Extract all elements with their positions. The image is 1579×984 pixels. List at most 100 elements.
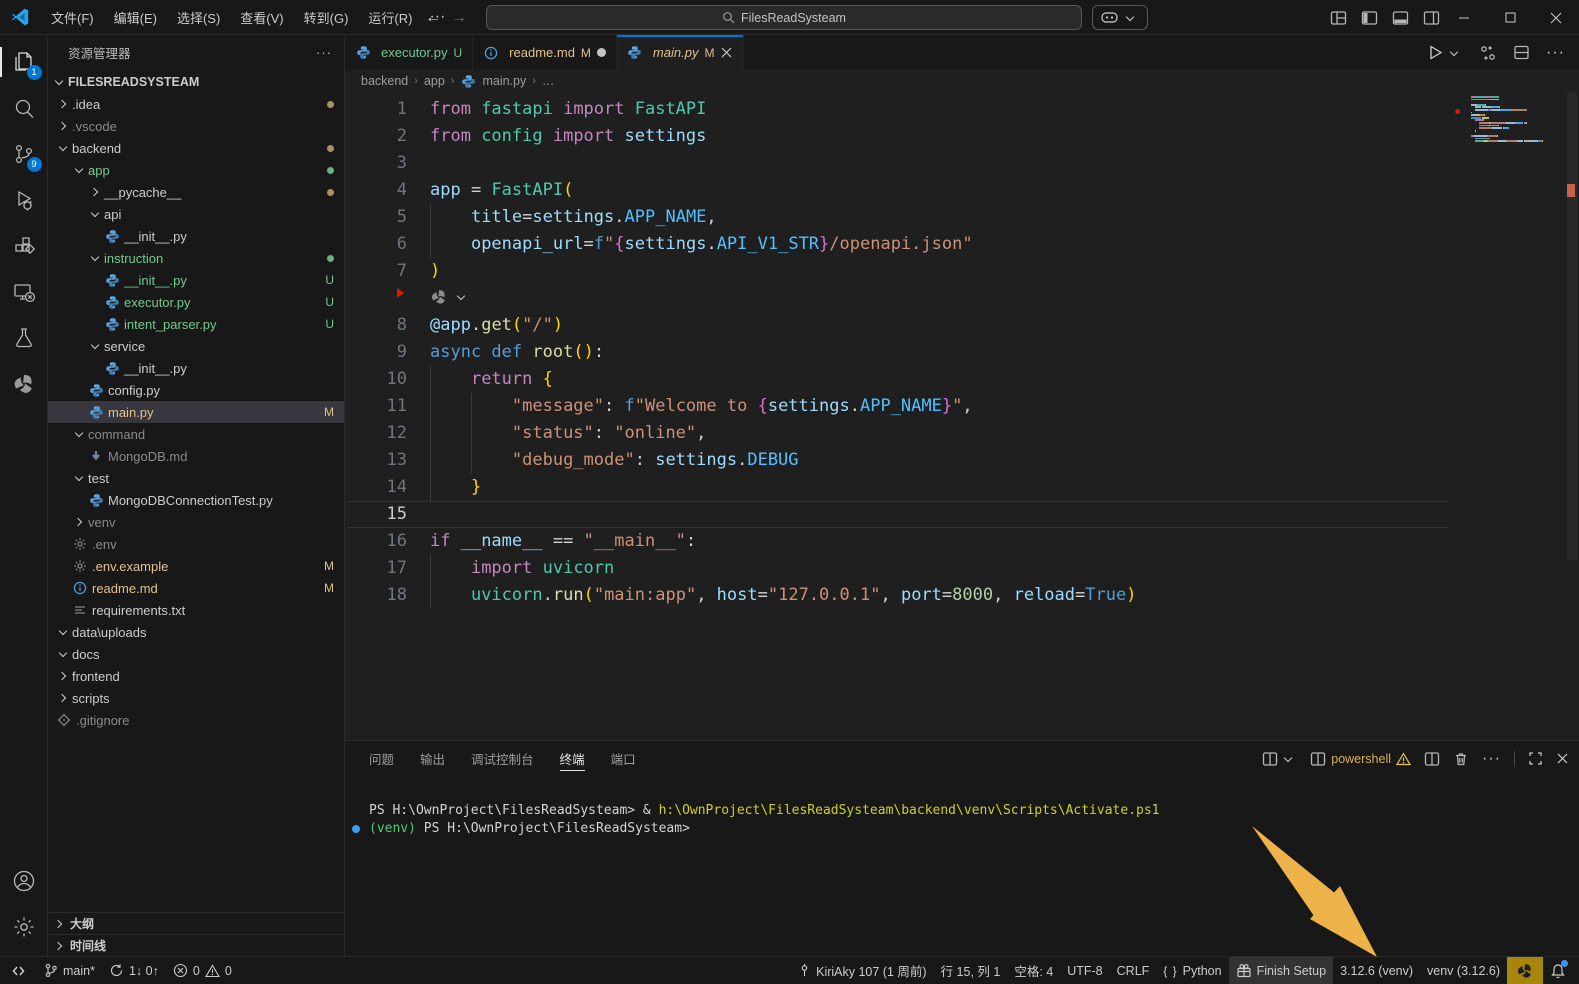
toggle-secondary-sidebar-icon[interactable]	[1423, 10, 1440, 26]
tree-item[interactable]: __init__.pyU	[48, 269, 344, 291]
panel-tab[interactable]: 问题	[369, 741, 394, 776]
workspace-root-folder[interactable]: FILESREADSYSTEAM	[48, 70, 344, 93]
statusbar-eol[interactable]: CRLF	[1110, 957, 1157, 984]
statusbar-problems[interactable]: 00	[166, 957, 239, 984]
menu-item[interactable]: 文件(F)	[42, 4, 103, 31]
tree-item[interactable]: main.pyM	[48, 401, 344, 423]
layout-customize-icon[interactable]	[1330, 10, 1347, 26]
tree-item[interactable]: data\uploads	[48, 621, 344, 643]
activity-testing[interactable]	[0, 315, 48, 361]
tree-item[interactable]: backend	[48, 137, 344, 159]
activity-search[interactable]	[0, 85, 48, 131]
tree-item[interactable]: venv	[48, 511, 344, 533]
tree-item[interactable]: test	[48, 467, 344, 489]
tree-item[interactable]: __init__.py	[48, 225, 344, 247]
inline-ai-widget[interactable]	[430, 288, 470, 306]
command-decoration[interactable]	[352, 825, 360, 833]
activity-source-control[interactable]: 9	[0, 131, 48, 177]
close-panel-icon[interactable]	[1556, 752, 1569, 765]
panel-more-icon[interactable]: ···	[1482, 750, 1501, 768]
maximize-button[interactable]	[1487, 0, 1533, 35]
breadcrumb-item[interactable]: app	[424, 74, 445, 88]
tree-item[interactable]: .vscode	[48, 115, 344, 137]
nav-back-button[interactable]: ←	[425, 9, 441, 27]
tree-item[interactable]: .env.exampleM	[48, 555, 344, 577]
activity-settings[interactable]	[0, 904, 48, 950]
panel-tab[interactable]: 端口	[611, 741, 636, 776]
statusbar-notifications[interactable]	[1543, 957, 1573, 984]
run-python-button[interactable]	[1427, 44, 1463, 61]
menu-item[interactable]: 查看(V)	[231, 4, 292, 31]
editor-tab[interactable]: main.py M	[617, 35, 745, 70]
tree-item[interactable]: command	[48, 423, 344, 445]
menu-item[interactable]: 选择(S)	[168, 4, 229, 31]
statusbar-git-branch[interactable]: main*	[37, 957, 102, 984]
tree-item[interactable]: requirements.txt	[48, 599, 344, 621]
statusbar-cursor-position[interactable]: 行 15, 列 1	[934, 957, 1008, 984]
statusbar-python-env[interactable]: venv (3.12.6)	[1420, 957, 1507, 984]
statusbar-python-interpreter[interactable]: 3.12.6 (venv)	[1333, 957, 1420, 984]
explorer-more-icon[interactable]: ···	[316, 45, 332, 60]
editor-scrollbar[interactable]	[1565, 92, 1579, 740]
statusbar-git-sync[interactable]: 1↓ 0↑	[102, 957, 166, 984]
maximize-panel-icon[interactable]	[1528, 751, 1543, 766]
tree-item[interactable]: frontend	[48, 665, 344, 687]
breadcrumb-item[interactable]: backend	[361, 74, 408, 88]
tree-item[interactable]: .idea	[48, 93, 344, 115]
activity-explorer[interactable]: 1	[0, 39, 48, 85]
editor-tab[interactable]: executor.py U	[345, 35, 473, 70]
activity-augment[interactable]	[0, 361, 48, 407]
new-terminal-button[interactable]	[1262, 751, 1297, 767]
statusbar-remote-indicator[interactable]	[0, 957, 37, 984]
tree-item[interactable]: service	[48, 335, 344, 357]
statusbar-augment-status[interactable]	[1507, 957, 1543, 984]
close-button[interactable]	[1533, 0, 1579, 35]
command-center-search[interactable]: FilesReadSysteam	[486, 5, 1082, 30]
tree-item[interactable]: MongoDB.md	[48, 445, 344, 467]
open-changes-icon[interactable]	[1479, 44, 1497, 62]
tree-item[interactable]: config.py	[48, 379, 344, 401]
unsaved-dot[interactable]	[597, 48, 606, 57]
statusbar-encoding[interactable]: UTF-8	[1060, 957, 1109, 984]
terminal[interactable]: PS H:\OwnProject\FilesReadSysteam> & h:\…	[345, 776, 1579, 956]
split-editor-icon[interactable]	[1513, 44, 1530, 61]
close-tab-icon[interactable]	[720, 46, 733, 59]
panel-tab[interactable]: 终端	[560, 741, 585, 776]
statusbar-indentation[interactable]: 空格: 4	[1007, 957, 1060, 984]
nav-forward-button[interactable]: →	[451, 9, 467, 27]
menu-item[interactable]: 运行(R)	[359, 4, 421, 31]
tree-item[interactable]: executor.pyU	[48, 291, 344, 313]
tree-item[interactable]: docs	[48, 643, 344, 665]
editor-tab[interactable]: readme.md M	[473, 35, 617, 70]
tree-item[interactable]: scripts	[48, 687, 344, 709]
tree-item[interactable]: .env	[48, 533, 344, 555]
activity-run-debug[interactable]	[0, 177, 48, 223]
tree-item[interactable]: readme.mdM	[48, 577, 344, 599]
tree-item[interactable]: api	[48, 203, 344, 225]
breadcrumb[interactable]: backend›app›main.py›…	[345, 70, 1579, 92]
statusbar-blame-annotation[interactable]: KiriAky 107 (1 周前)	[791, 957, 933, 984]
panel-tab[interactable]: 输出	[420, 741, 445, 776]
editor-more-icon[interactable]: ···	[1546, 44, 1565, 62]
copilot-button[interactable]	[1092, 5, 1148, 30]
breadcrumb-item[interactable]: …	[542, 74, 555, 88]
tree-item[interactable]: intent_parser.pyU	[48, 313, 344, 335]
tree-item[interactable]: MongoDBConnectionTest.py	[48, 489, 344, 511]
menu-item[interactable]: 编辑(E)	[105, 4, 166, 31]
kill-terminal-icon[interactable]	[1453, 751, 1469, 767]
tree-item[interactable]: instruction	[48, 247, 344, 269]
tree-item[interactable]: __pycache__	[48, 181, 344, 203]
panel-tab[interactable]: 调试控制台	[471, 741, 534, 776]
outline-section[interactable]: 大纲	[48, 912, 344, 934]
menu-item[interactable]: 转到(G)	[295, 4, 358, 31]
statusbar-language-mode[interactable]: { }Python	[1156, 957, 1228, 984]
breadcrumb-item[interactable]: main.py	[482, 74, 526, 88]
statusbar-finish-setup[interactable]: Finish Setup	[1229, 957, 1333, 984]
terminal-profile-entry[interactable]: powershell	[1310, 751, 1411, 767]
toggle-panel-icon[interactable]	[1392, 10, 1409, 26]
activity-account[interactable]	[0, 858, 48, 904]
tree-item[interactable]: __init__.py	[48, 357, 344, 379]
split-terminal-icon[interactable]	[1424, 751, 1440, 767]
minimize-button[interactable]	[1441, 0, 1487, 35]
timeline-section[interactable]: 时间线	[48, 934, 344, 956]
